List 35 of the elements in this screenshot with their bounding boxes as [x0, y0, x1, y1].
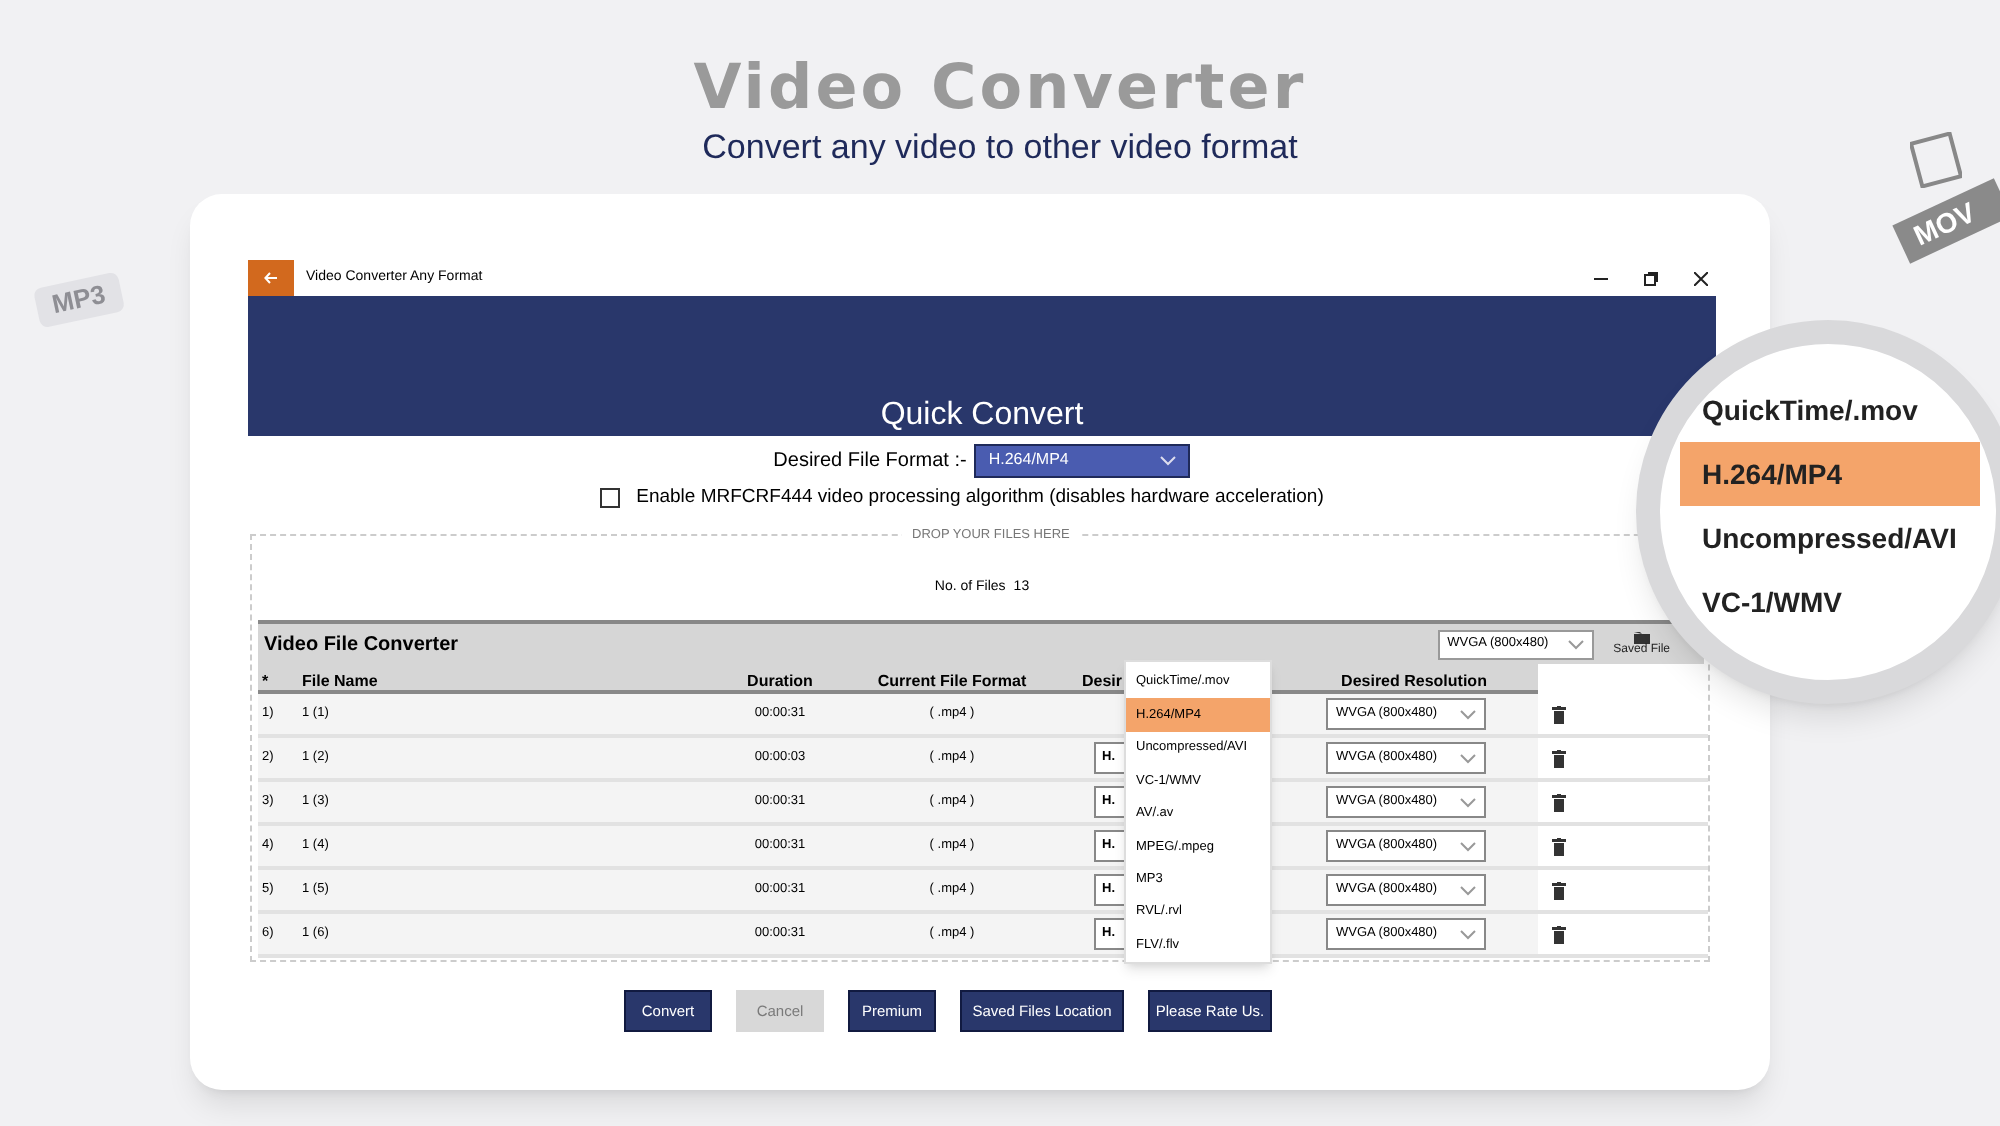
chevron-down-icon — [1460, 885, 1476, 895]
chevron-down-icon — [1460, 753, 1476, 763]
column-header: File Name — [302, 671, 378, 689]
column-header: Desired Resolution — [1341, 671, 1487, 689]
chevron-down-icon — [1160, 455, 1177, 465]
column-header: Desir — [1082, 671, 1123, 689]
column-header: * — [262, 671, 269, 689]
trash-icon[interactable] — [1552, 705, 1566, 723]
back-arrow-icon — [264, 272, 278, 284]
format-dropdown[interactable]: H.264/MP4 — [974, 443, 1191, 477]
format-label: Desired File Format :- — [773, 447, 967, 475]
decor-badge: MOV — [1892, 178, 2000, 264]
column-header: Duration — [747, 671, 813, 689]
folder-icon — [1633, 630, 1650, 644]
banner-title: Video Converter — [693, 52, 1307, 124]
chevron-down-icon — [1460, 797, 1476, 807]
table-title: Video File Converter — [264, 631, 459, 659]
column-header: Current File Format — [877, 671, 1027, 689]
chevron-down-icon — [1460, 929, 1476, 939]
trash-icon[interactable] — [1552, 925, 1566, 943]
chevron-down-icon — [1567, 639, 1584, 649]
checkbox-label: Enable MRFCRF444 video processing algorithm (disables hardware acceleration) — [636, 483, 1324, 512]
back-button[interactable] — [248, 260, 294, 296]
trash-icon[interactable] — [1552, 793, 1566, 811]
banner-subtitle: Convert any video to other video format — [702, 128, 1298, 168]
chevron-down-icon — [1460, 709, 1476, 719]
decor-badge: MP3 — [32, 271, 125, 328]
header-title: Quick Convert — [880, 396, 1084, 436]
trash-icon[interactable] — [1552, 749, 1566, 767]
trash-icon[interactable] — [1552, 837, 1566, 855]
chevron-down-icon — [1460, 841, 1476, 851]
restore-icon[interactable] — [1644, 271, 1658, 285]
close-icon[interactable] — [1694, 271, 1708, 285]
checkbox[interactable] — [600, 488, 621, 508]
trash-icon[interactable] — [1552, 881, 1566, 899]
